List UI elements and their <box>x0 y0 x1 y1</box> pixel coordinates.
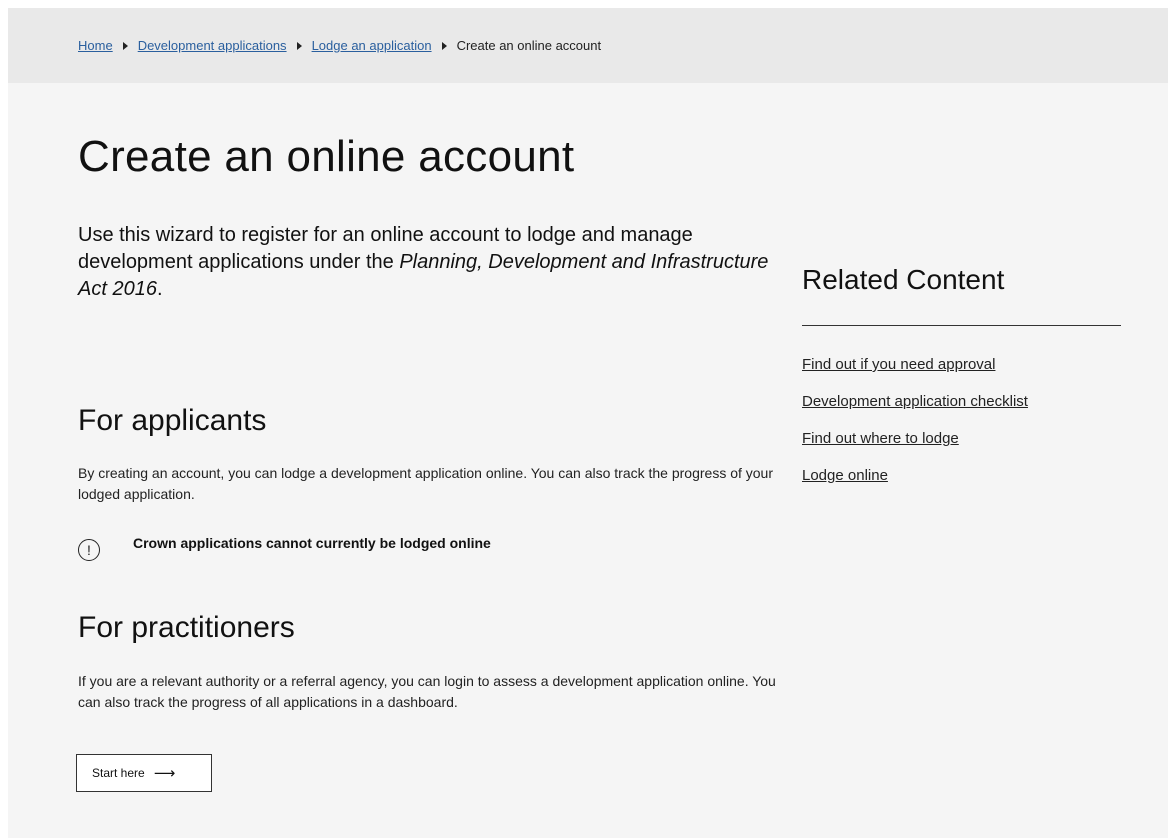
practitioners-text: If you are a relevant authority or a ref… <box>78 673 776 710</box>
list-item: Lodge online <box>802 467 1028 504</box>
applicants-text: By creating an account, you can lodge a … <box>78 465 774 502</box>
breadcrumb: Home Development applications Lodge an a… <box>8 8 1168 83</box>
applicants-heading: For applicants <box>78 404 267 437</box>
breadcrumb-current: Create an online account <box>456 38 602 53</box>
breadcrumb-arrow-icon <box>441 41 447 50</box>
page-content: Home Development applications Lodge an a… <box>8 8 1168 838</box>
start-here-button[interactable]: Start here ⟶ <box>76 754 212 792</box>
related-content-divider <box>802 325 1121 326</box>
intro-suffix: . <box>156 278 163 300</box>
page-title: Create an online account <box>78 132 575 181</box>
intro-text: Use this wizard to register for an onlin… <box>78 222 778 303</box>
notice-text: Crown applications cannot currently be l… <box>133 535 491 551</box>
breadcrumb-link-home[interactable]: Home <box>78 38 113 53</box>
related-link-checklist[interactable]: Development application checklist <box>802 393 1028 410</box>
breadcrumb-link-development-applications[interactable]: Development applications <box>138 38 287 53</box>
related-link-where-to-lodge[interactable]: Find out where to lodge <box>802 430 959 447</box>
exclamation-circle-icon: ! <box>78 539 100 561</box>
list-item: Development application checklist <box>802 393 1028 430</box>
exclamation-glyph: ! <box>87 542 91 558</box>
practitioners-heading: For practitioners <box>78 611 295 644</box>
breadcrumb-arrow-icon <box>122 41 128 50</box>
start-here-label: Start here <box>92 766 145 780</box>
related-link-lodge-online[interactable]: Lodge online <box>802 467 888 484</box>
related-content-heading: Related Content <box>802 264 1005 295</box>
list-item: Find out where to lodge <box>802 430 1028 467</box>
breadcrumb-arrow-icon <box>296 41 302 50</box>
list-item: Find out if you need approval <box>802 356 1028 393</box>
arrow-right-icon: ⟶ <box>153 765 176 782</box>
related-content-list: Find out if you need approval Developmen… <box>802 356 1028 504</box>
breadcrumb-link-lodge-an-application[interactable]: Lodge an application <box>312 38 432 53</box>
related-link-need-approval[interactable]: Find out if you need approval <box>802 356 995 373</box>
